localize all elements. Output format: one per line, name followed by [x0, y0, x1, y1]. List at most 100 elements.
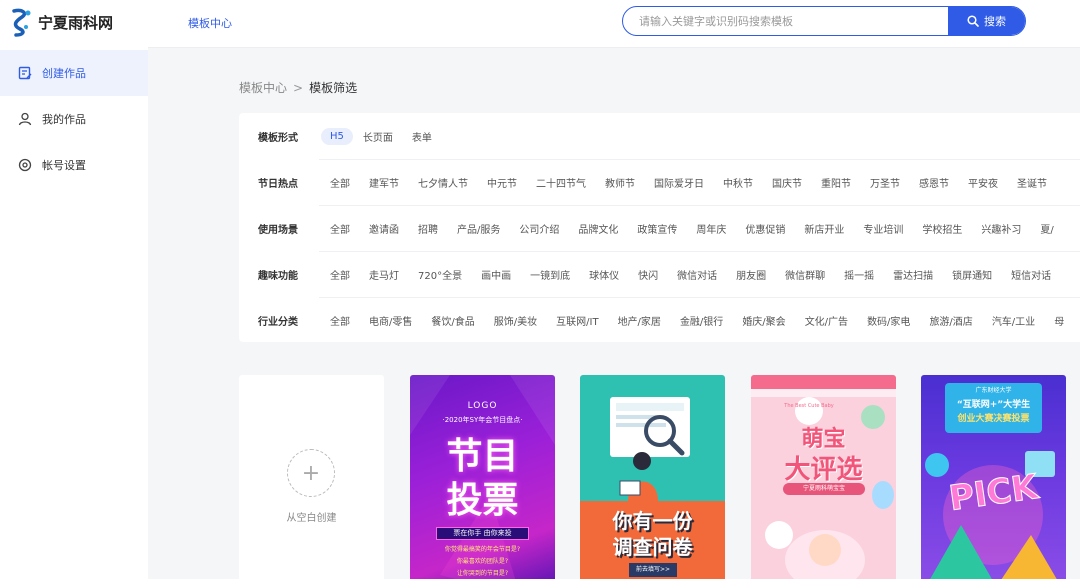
filter-option[interactable]: 地产/家居 — [609, 310, 670, 331]
template-card[interactable]: LOGO ·2020年SY年会节目盘点· 节目 投票 票在你手 由你来投 你觉得… — [410, 375, 555, 579]
filter-option[interactable]: 品牌文化 — [569, 218, 627, 239]
filter-option[interactable]: 一镜到底 — [521, 264, 579, 285]
filter-option[interactable]: 全部 — [321, 218, 359, 239]
filter-option[interactable]: 快闪 — [629, 264, 667, 285]
card-school: 广东财经大学 — [975, 387, 1012, 394]
top-header: 模板中心 搜索 — [148, 0, 1080, 48]
sidebar-item-create[interactable]: 创建作品 — [0, 50, 148, 96]
filter-option[interactable]: 球体仪 — [580, 264, 628, 285]
card-question: 让你哭到的节目是? — [456, 570, 509, 577]
filter-row-scenario: 使用场景 全部 邀请函 招聘 产品/服务 公司介绍 品牌文化 政策宣传 周年庆 优惠促销 新店开业… — [239, 205, 1080, 251]
filter-option[interactable]: 表单 — [403, 126, 441, 147]
filter-option[interactable]: 互联网/IT — [547, 310, 607, 331]
filter-option[interactable]: 朋友圈 — [727, 264, 775, 285]
filter-option[interactable]: 公司介绍 — [510, 218, 568, 239]
filter-options: 全部 建军节 七夕情人节 中元节 二十四节气 教师节 国际爱牙日 中秋节 国庆节 重阳节 万圣节 感恩… — [321, 172, 1057, 193]
filter-option[interactable]: 邀请函 — [360, 218, 408, 239]
search-icon — [967, 15, 979, 27]
filter-option[interactable]: 画中画 — [472, 264, 520, 285]
card-logo-text: LOGO — [467, 401, 498, 411]
brand-mark-icon — [8, 7, 34, 37]
filter-option[interactable]: 汽车/工业 — [983, 310, 1044, 331]
filter-option[interactable]: 招聘 — [409, 218, 447, 239]
filter-option[interactable]: 兴趣补习 — [972, 218, 1030, 239]
filter-option[interactable]: 微信群聊 — [776, 264, 834, 285]
sidebar-item-account-settings[interactable]: 帐号设置 — [0, 142, 148, 188]
brand-logo[interactable]: 宁夏雨科网 — [8, 6, 113, 38]
card-title: 投票 — [446, 480, 519, 521]
filter-option[interactable]: 长页面 — [354, 126, 402, 147]
filter-option[interactable]: 优惠促销 — [736, 218, 794, 239]
create-blank-card[interactable]: + 从空白创建 — [239, 375, 384, 579]
template-card[interactable]: 广东财经大学 “互联网+”大学生 创业大赛决赛投票 PICK — [921, 375, 1066, 579]
filter-option[interactable]: 万圣节 — [861, 172, 909, 193]
filter-option[interactable]: 雷达扫描 — [884, 264, 942, 285]
filter-option[interactable]: 全部 — [321, 172, 359, 193]
template-card[interactable]: The Best Cute Baby 萌宝 大评选 宁夏雨科萌宝宝 — [751, 375, 896, 579]
filter-option[interactable]: 走马灯 — [360, 264, 408, 285]
filter-option[interactable]: 国庆节 — [763, 172, 811, 193]
filter-option[interactable]: 文化/广告 — [796, 310, 857, 331]
card-title: 你有一份 — [612, 509, 693, 533]
filter-panel: 模板形式 H5 长页面 表单 节日热点 全部 建军节 七夕情人节 中元节 二十四节气 教师节国… — [239, 113, 1080, 342]
edit-doc-icon — [18, 66, 32, 80]
filter-option[interactable]: 金融/银行 — [671, 310, 732, 331]
card-cta: 票在你手 由你来投 — [436, 527, 529, 540]
filter-option[interactable]: 婚庆/聚会 — [733, 310, 794, 331]
filter-option[interactable]: 微信对话 — [668, 264, 726, 285]
filter-option[interactable]: 电商/零售 — [360, 310, 421, 331]
filter-option[interactable]: 平安夜 — [959, 172, 1007, 193]
filter-option[interactable]: 母 — [1045, 310, 1073, 331]
filter-option[interactable]: 餐饮/食品 — [422, 310, 483, 331]
filter-option[interactable]: H5 — [321, 127, 353, 145]
filter-option[interactable]: 二十四节气 — [527, 172, 595, 193]
filter-option[interactable]: 摇一摇 — [835, 264, 883, 285]
filter-label: 趣味功能 — [258, 270, 298, 282]
filter-option[interactable]: 720°全景 — [409, 264, 471, 285]
filter-option[interactable]: 周年庆 — [687, 218, 735, 239]
filter-option[interactable]: 建军节 — [360, 172, 408, 193]
filter-option[interactable]: 政策宣传 — [628, 218, 686, 239]
filter-options: 全部 邀请函 招聘 产品/服务 公司介绍 品牌文化 政策宣传 周年庆 优惠促销 新店开业 专业培训学… — [321, 218, 1064, 239]
filter-option[interactable]: 圣诞节 — [1008, 172, 1056, 193]
filter-row-format: 模板形式 H5 长页面 表单 — [239, 113, 1080, 159]
filter-option[interactable]: 短信对话 — [1002, 264, 1060, 285]
filter-option[interactable]: 专业培训 — [854, 218, 912, 239]
filter-option[interactable]: 全部 — [321, 310, 359, 331]
filter-row-festival: 节日热点 全部 建军节 七夕情人节 中元节 二十四节气 教师节 国际爱牙日 中秋节 国庆节 重阳节… — [239, 159, 1080, 205]
template-card[interactable]: 你有一份 调查问卷 前去填写>> — [580, 375, 725, 579]
filter-option[interactable]: 产品/服务 — [448, 218, 509, 239]
card-title: 调查问卷 — [612, 535, 693, 559]
card-cta: 前去填写>> — [629, 563, 677, 577]
filter-option[interactable]: 服饰/美妆 — [485, 310, 546, 331]
filter-option[interactable]: 夏/ — [1031, 218, 1062, 239]
filter-option[interactable]: 学校招生 — [913, 218, 971, 239]
filter-option[interactable]: 国际爱牙日 — [645, 172, 713, 193]
sidebar-item-my-works[interactable]: 我的作品 — [0, 96, 148, 142]
breadcrumb-parent[interactable]: 模板中心 — [239, 79, 287, 96]
search-box: 搜索 — [622, 6, 1026, 36]
filter-option[interactable]: 新店开业 — [795, 218, 853, 239]
card-tag: The Best Cute Baby — [784, 403, 834, 409]
create-blank-label: 从空白创建 — [286, 513, 337, 524]
filter-option[interactable]: 中元节 — [478, 172, 526, 193]
filter-option[interactable]: 重阳节 — [812, 172, 860, 193]
filter-option[interactable]: 旅游/酒店 — [920, 310, 981, 331]
template-center-link[interactable]: 模板中心 — [188, 15, 232, 31]
filter-option[interactable]: 教师节 — [596, 172, 644, 193]
breadcrumb-separator: > — [293, 80, 304, 95]
filter-option[interactable]: 七夕情人节 — [409, 172, 477, 193]
search-input[interactable] — [623, 7, 948, 35]
filter-option[interactable]: 锁屏通知 — [943, 264, 1001, 285]
filter-option[interactable]: 数码/家电 — [858, 310, 919, 331]
filter-options: H5 长页面 表单 — [321, 126, 442, 147]
sidebar-item-label: 创建作品 — [42, 67, 86, 80]
settings-icon — [18, 158, 32, 172]
filter-option[interactable]: 全部 — [321, 264, 359, 285]
filter-option[interactable]: 感恩节 — [910, 172, 958, 193]
search-button[interactable]: 搜索 — [948, 7, 1025, 35]
card-badge: 宁夏雨科萌宝宝 — [783, 483, 865, 495]
card-title: 创业大赛决赛投票 — [957, 414, 1030, 424]
filter-label: 使用场景 — [258, 224, 298, 236]
filter-option[interactable]: 中秋节 — [714, 172, 762, 193]
